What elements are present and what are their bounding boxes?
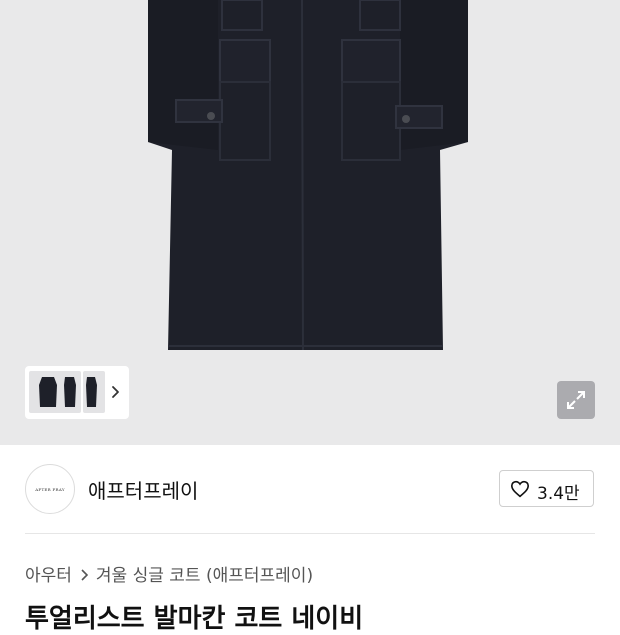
thumbnail-strip	[25, 366, 129, 419]
brand-row: AFTER PRAY 애프터프레이 3.4만	[0, 445, 620, 533]
expand-icon	[567, 391, 585, 409]
brand-logo-text: AFTER PRAY	[35, 486, 65, 492]
product-title: 투얼리스트 발마칸 코트 네이비	[25, 604, 364, 634]
expand-image-button[interactable]	[557, 381, 595, 419]
brand-logo[interactable]: AFTER PRAY	[25, 464, 75, 514]
heart-icon	[510, 480, 530, 498]
breadcrumb: 아우터 겨울 싱글 코트 (애프터프레이)	[25, 561, 313, 586]
thumbnail-coat-back[interactable]	[83, 371, 105, 413]
breadcrumb-category[interactable]: 아우터	[25, 566, 72, 586]
breadcrumb-subcategory[interactable]: 겨울 싱글 코트 (애프터프레이)	[96, 566, 313, 586]
thumbnail-coat-side[interactable]	[59, 371, 81, 413]
divider	[25, 533, 595, 534]
product-image-gallery[interactable]	[0, 0, 620, 445]
brand-name[interactable]: 애프터프레이	[88, 475, 198, 504]
like-button[interactable]: 3.4만	[499, 470, 594, 507]
like-count: 3.4만	[537, 484, 580, 504]
chevron-right-icon[interactable]	[109, 380, 123, 404]
chevron-right-icon	[81, 569, 89, 581]
